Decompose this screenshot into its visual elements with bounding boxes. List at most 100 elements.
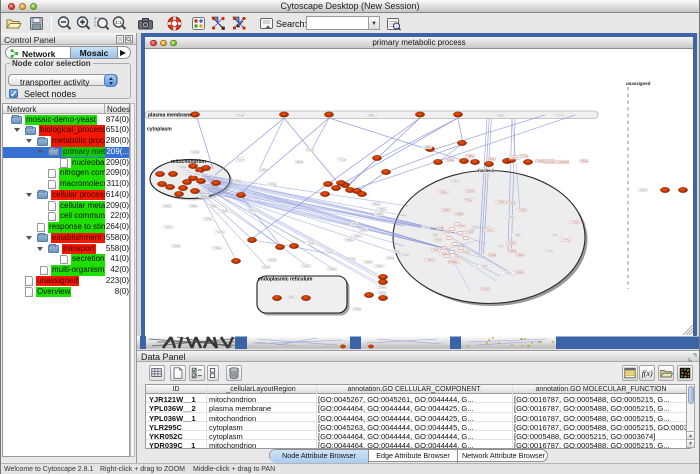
svg-text:Yr95w: Yr95w [345, 238, 353, 242]
svg-text:Yr88w: Yr88w [480, 264, 488, 268]
svg-text:f(x): f(x) [642, 369, 653, 378]
svg-text:Yr44w: Yr44w [326, 250, 334, 254]
svg-text:Yr20w: Yr20w [496, 113, 504, 117]
svg-text:Yr83w: Yr83w [213, 246, 221, 250]
svg-text:Yb37: Yb37 [435, 238, 442, 242]
svg-text:Yr85w: Yr85w [375, 212, 383, 216]
svg-text:Yr97w: Yr97w [268, 258, 276, 262]
svg-text:Yr83w: Yr83w [220, 209, 228, 213]
svg-text:Yr18w: Yr18w [268, 182, 276, 186]
svg-text:Yr68w: Yr68w [513, 233, 521, 237]
svg-text:Yr89w: Yr89w [507, 215, 515, 219]
svg-text:Yr69w: Yr69w [378, 207, 386, 211]
svg-text:1:1: 1:1 [115, 20, 122, 25]
svg-text:unassigned: unassigned [626, 81, 651, 86]
svg-text:Yr84w: Yr84w [295, 160, 303, 164]
svg-text:Yr36w: Yr36w [508, 249, 516, 253]
svg-text:Yr77w: Yr77w [556, 113, 564, 117]
svg-text:Yr19w: Yr19w [378, 285, 386, 289]
svg-text:Yr69w: Yr69w [504, 271, 512, 275]
svg-text:Yr43w: Yr43w [481, 287, 489, 291]
svg-text:Yr34w: Yr34w [302, 264, 310, 268]
svg-text:Yr63w: Yr63w [422, 225, 430, 229]
svg-text:Yb28: Yb28 [467, 230, 474, 234]
svg-text:Yr95w: Yr95w [364, 260, 372, 264]
svg-text:Yr63w: Yr63w [378, 291, 386, 295]
svg-text:Yr80w: Yr80w [233, 179, 241, 183]
svg-text:Yr41w: Yr41w [236, 113, 244, 117]
svg-text:Yb46: Yb46 [444, 230, 451, 234]
svg-text:Yr84w: Yr84w [375, 264, 383, 268]
svg-text:Yr61w: Yr61w [507, 241, 515, 245]
svg-text:plasma membrane: plasma membrane [148, 113, 192, 119]
svg-text:Yr54w: Yr54w [401, 253, 409, 257]
svg-text:cytoplasm: cytoplasm [147, 127, 172, 133]
svg-text:Yr15w: Yr15w [204, 217, 212, 221]
svg-text:Yr27w: Yr27w [216, 230, 224, 234]
svg-text:Yr72w: Yr72w [347, 257, 355, 261]
svg-text:Yr13w: Yr13w [439, 190, 447, 194]
svg-text:Yr50w: Yr50w [392, 249, 400, 253]
svg-text:Yr99w: Yr99w [367, 113, 375, 117]
svg-text:nucleus: nucleus [478, 168, 494, 173]
svg-text:Yr88w: Yr88w [359, 228, 367, 232]
svg-text:Yr77w: Yr77w [562, 238, 570, 242]
svg-text:Yr16w: Yr16w [164, 225, 172, 229]
svg-text:Yr17w: Yr17w [520, 154, 528, 158]
svg-text:Yr74w: Yr74w [306, 148, 314, 152]
svg-text:Yr54w: Yr54w [426, 258, 434, 262]
svg-text:Yr38w: Yr38w [189, 204, 197, 208]
svg-text:Yb75: Yb75 [433, 248, 440, 252]
svg-text:Yr11w: Yr11w [485, 228, 492, 232]
svg-text:Yr61w: Yr61w [545, 249, 553, 253]
svg-text:Yr28w: Yr28w [247, 208, 255, 212]
svg-text:Yr81w: Yr81w [386, 256, 394, 260]
svg-text:Yr92w: Yr92w [451, 179, 459, 183]
svg-text:Yr65w: Yr65w [455, 212, 463, 216]
svg-text:Yr50w: Yr50w [192, 172, 200, 176]
svg-text:Yr78w: Yr78w [184, 171, 192, 175]
svg-text:Yr83w: Yr83w [487, 157, 495, 161]
svg-text:Yr18w: Yr18w [307, 241, 315, 245]
svg-text:Yr53w: Yr53w [353, 307, 361, 311]
svg-text:Yr28w: Yr28w [172, 244, 180, 248]
svg-text:Yr36w: Yr36w [178, 165, 186, 169]
svg-text:Yr41w: Yr41w [466, 189, 474, 193]
svg-text:Yr80w: Yr80w [442, 208, 450, 212]
svg-text:Yr76w: Yr76w [571, 220, 579, 224]
svg-text:Yr26w: Yr26w [518, 208, 526, 212]
svg-text:Yr16w: Yr16w [236, 158, 244, 162]
svg-text:Yr22w: Yr22w [353, 234, 361, 238]
svg-text:YKL216W-YLR432W: YKL216W-YLR432W [543, 160, 569, 164]
svg-text:Yr99w: Yr99w [446, 158, 454, 162]
svg-text:Yb98: Yb98 [437, 226, 444, 230]
svg-text:Yr82w: Yr82w [163, 204, 171, 208]
svg-text:Yr32w: Yr32w [471, 225, 479, 229]
svg-text:Yr84w: Yr84w [209, 204, 217, 208]
svg-text:endoplasmic reticulum: endoplasmic reticulum [258, 277, 313, 283]
svg-text:Yr84w: Yr84w [262, 265, 270, 269]
svg-text:Yr53w: Yr53w [639, 188, 647, 192]
svg-text:Yr82w: Yr82w [199, 194, 207, 198]
svg-text:Yr46w: Yr46w [287, 295, 295, 299]
svg-text:Yb84: Yb84 [449, 260, 456, 264]
svg-text:Yr69w: Yr69w [580, 159, 588, 163]
svg-text:Yr28w: Yr28w [515, 270, 523, 274]
svg-text:Yr73w: Yr73w [464, 198, 472, 202]
svg-text:Yr78w: Yr78w [259, 168, 267, 172]
svg-text:Yb10: Yb10 [463, 250, 470, 254]
svg-text:Yr67w: Yr67w [511, 156, 519, 160]
svg-text:Yr21w: Yr21w [338, 158, 346, 162]
svg-text:mitochondrion: mitochondrion [171, 159, 206, 165]
svg-text:Yb77: Yb77 [455, 255, 462, 259]
svg-text:Yr43w: Yr43w [497, 200, 505, 204]
svg-text:Yr58w: Yr58w [431, 233, 439, 237]
svg-text:Yr88w: Yr88w [466, 154, 474, 158]
svg-text:Yr97w: Yr97w [551, 233, 559, 237]
svg-text:Yr68w: Yr68w [423, 145, 431, 149]
svg-text:Yr81w: Yr81w [372, 202, 380, 206]
svg-text:Yr75w: Yr75w [350, 222, 358, 226]
svg-text:Yr78w: Yr78w [507, 201, 515, 205]
svg-text:Yr29w: Yr29w [488, 253, 496, 257]
svg-text:Yr43w: Yr43w [496, 244, 504, 248]
